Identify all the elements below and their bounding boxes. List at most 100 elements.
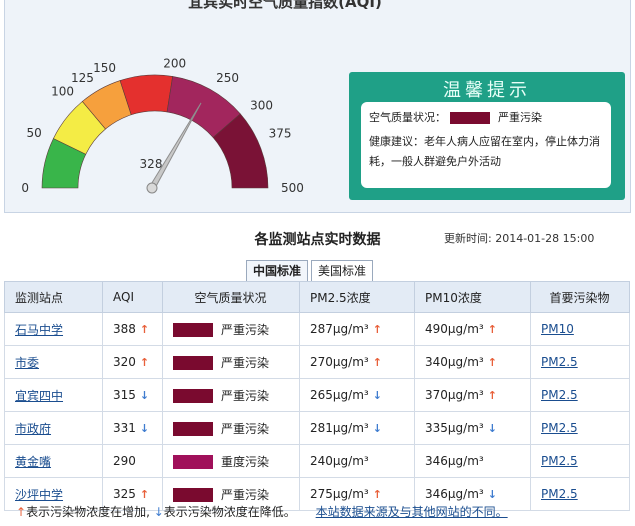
station-cell[interactable]: 市政府 <box>4 411 103 445</box>
primary-pollutant-cell[interactable]: PM2.5 <box>530 345 630 379</box>
quality-text: 严重污染 <box>221 355 270 370</box>
pm25-value: 287μg/m³ <box>310 322 369 336</box>
trend-up-icon: ↑ <box>372 356 382 369</box>
pm10-value: 340μg/m³ <box>425 355 484 369</box>
table-row: 黄金嘴 290 重度污染 240μg/m³ 346μg/m³ PM2.5 <box>4 444 630 478</box>
tip-quality-line: 空气质量状况： 严重污染 <box>369 108 603 128</box>
quality-color-swatch <box>173 422 213 436</box>
trend-down-icon: ↓ <box>139 422 150 435</box>
primary-pollutant-cell[interactable]: PM2.5 <box>530 411 630 445</box>
trend-up-icon: ↑ <box>139 323 150 336</box>
pm10-cell: 346μg/m³ <box>414 444 531 478</box>
quality-cell: 重度污染 <box>162 444 300 478</box>
quality-color-swatch <box>173 323 213 337</box>
tip-quality-value: 严重污染 <box>498 111 542 124</box>
trend-up-icon: ↑ <box>487 356 497 369</box>
quality-cell: 严重污染 <box>162 345 300 379</box>
data-source-link[interactable]: 本站数据来源及与其他网站的不同。 <box>316 505 508 519</box>
col-header-pm10: PM10浓度 <box>414 281 531 313</box>
table-header-row: 监测站点 AQI 空气质量状况 PM2.5浓度 PM10浓度 首要污染物 <box>4 281 630 313</box>
table-row: 宜宾四中 315 ↓ 严重污染 265μg/m³ ↓ 370μg/m³ ↑ PM2.5 <box>4 378 630 412</box>
footer-legend: ↑表示污染物浓度在增加, ↓表示污染物浓度在降低。 本站数据来源及与其他网站的不… <box>16 503 508 520</box>
primary-pollutant-cell[interactable]: PM2.5 <box>530 378 630 412</box>
aqi-cell: 320 ↑ <box>102 345 163 379</box>
gauge-scale-label: 50 <box>26 126 41 140</box>
quality-text: 严重污染 <box>221 421 270 436</box>
tip-quality-label: 空气质量状况： <box>369 111 446 124</box>
station-link[interactable]: 沙坪中学 <box>15 488 63 502</box>
quality-color-swatch <box>173 389 213 403</box>
quality-cell: 严重污染 <box>162 312 300 346</box>
aqi-cell: 388 ↑ <box>102 312 163 346</box>
pm25-value: 275μg/m³ <box>310 487 369 501</box>
col-header-pm25: PM2.5浓度 <box>299 281 415 313</box>
pm25-cell: 281μg/m³ ↓ <box>299 411 415 445</box>
pm10-value: 490μg/m³ <box>425 322 484 336</box>
station-cell[interactable]: 市委 <box>4 345 103 379</box>
station-link[interactable]: 黄金嘴 <box>15 455 51 469</box>
aqi-panel: 宜宾实时空气质量指数(AQI) 0 50 100 125 150 200 250 300 375… <box>4 0 631 213</box>
primary-pollutant-link[interactable]: PM2.5 <box>541 355 578 369</box>
gauge-current-value: 328 <box>140 157 163 171</box>
aqi-value: 325 <box>113 487 136 501</box>
primary-pollutant-cell[interactable]: PM2.5 <box>530 444 630 478</box>
gauge-scale-label: 200 <box>163 57 186 71</box>
quality-text: 重度污染 <box>221 454 270 469</box>
pm10-cell: 340μg/m³ ↑ <box>414 345 531 379</box>
quality-text: 严重污染 <box>221 388 270 403</box>
primary-pollutant-link[interactable]: PM2.5 <box>541 388 578 402</box>
quality-color-swatch <box>173 356 213 370</box>
pm25-value: 281μg/m³ <box>310 421 369 435</box>
aqi-value: 290 <box>113 454 136 468</box>
gauge-bands <box>41 74 269 189</box>
primary-pollutant-link[interactable]: PM2.5 <box>541 454 578 468</box>
primary-pollutant-link[interactable]: PM10 <box>541 322 574 336</box>
primary-pollutant-cell[interactable]: PM2.5 <box>530 477 630 511</box>
trend-up-icon: ↑ <box>487 389 497 402</box>
down-arrow-icon: ↓ <box>153 505 164 519</box>
table-row: 市委 320 ↑ 严重污染 270μg/m³ ↑ 340μg/m³ ↑ PM2.5 <box>4 345 630 379</box>
quality-color-swatch <box>173 455 213 469</box>
primary-pollutant-cell[interactable]: PM10 <box>530 312 630 346</box>
gauge-scale-label: 250 <box>216 71 239 85</box>
trend-up-icon: ↑ <box>372 323 382 336</box>
gauge-needle-hub <box>146 182 158 194</box>
trend-up-icon: ↑ <box>139 356 150 369</box>
aqi-value: 315 <box>113 388 136 402</box>
footer-up-text: 表示污染物浓度在增加, <box>26 505 150 519</box>
station-link[interactable]: 市政府 <box>15 422 51 436</box>
pm10-value: 370μg/m³ <box>425 388 484 402</box>
aqi-cell: 331 ↓ <box>102 411 163 445</box>
aqi-value: 388 <box>113 322 136 336</box>
footer-down-text: 表示污染物浓度在降低。 <box>163 505 296 519</box>
tab-us-standard[interactable]: 美国标准 <box>311 260 374 281</box>
col-header-quality: 空气质量状况 <box>162 281 300 313</box>
station-cell[interactable]: 宜宾四中 <box>4 378 103 412</box>
quality-text: 严重污染 <box>221 487 270 502</box>
station-link[interactable]: 宜宾四中 <box>15 389 63 403</box>
pm25-cell: 240μg/m³ <box>299 444 415 478</box>
primary-pollutant-link[interactable]: PM2.5 <box>541 487 578 501</box>
gauge-scale-label: 100 <box>51 84 74 98</box>
pm25-value: 265μg/m³ <box>310 388 369 402</box>
col-header-station: 监测站点 <box>4 281 103 313</box>
station-link[interactable]: 市委 <box>15 356 39 370</box>
trend-down-icon: ↓ <box>139 389 150 402</box>
station-table: 监测站点 AQI 空气质量状况 PM2.5浓度 PM10浓度 首要污染物 石马中… <box>4 281 630 511</box>
update-time: 更新时间: 2014-01-28 15:00 <box>444 232 595 245</box>
pm25-cell: 265μg/m³ ↓ <box>299 378 415 412</box>
station-cell[interactable]: 石马中学 <box>4 312 103 346</box>
aqi-gauge: 0 50 100125150 200 250 300 375 500 328 <box>21 57 304 195</box>
tab-china-standard[interactable]: 中国标准 <box>246 260 309 281</box>
station-link[interactable]: 石马中学 <box>15 323 63 337</box>
pm10-value: 346μg/m³ <box>425 487 484 501</box>
station-cell[interactable]: 黄金嘴 <box>4 444 103 478</box>
quality-cell: 严重污染 <box>162 411 300 445</box>
gauge-scale-label: 125 <box>71 71 94 85</box>
pm25-cell: 270μg/m³ ↑ <box>299 345 415 379</box>
trend-down-icon: ↓ <box>487 488 497 501</box>
quality-cell: 严重污染 <box>162 378 300 412</box>
primary-pollutant-link[interactable]: PM2.5 <box>541 421 578 435</box>
aqi-value: 320 <box>113 355 136 369</box>
pm10-value: 335μg/m³ <box>425 421 484 435</box>
